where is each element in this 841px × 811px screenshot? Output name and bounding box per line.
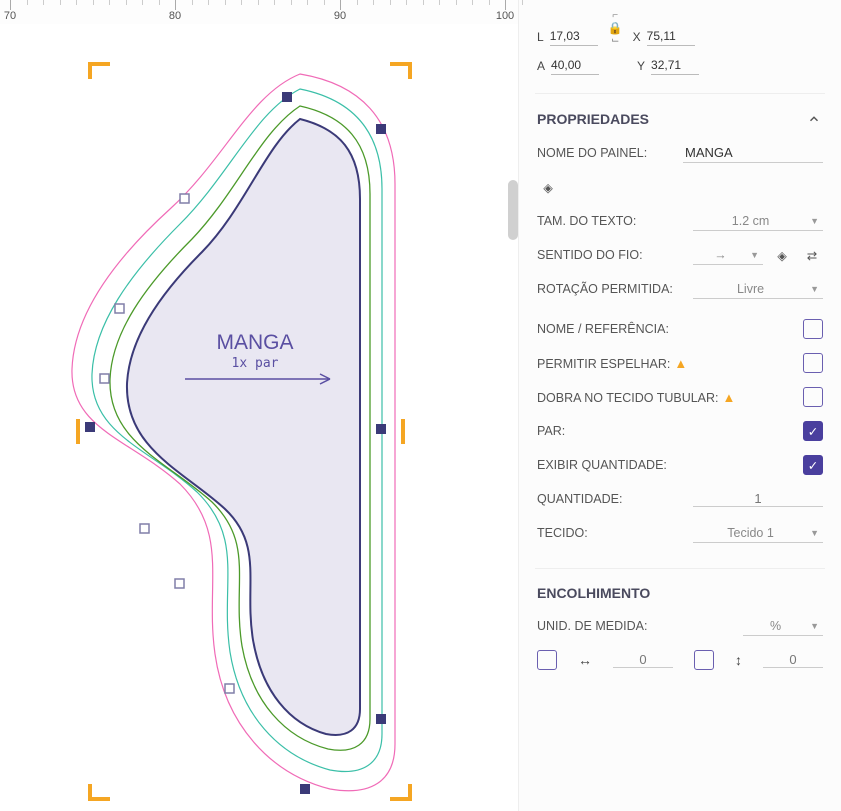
fabric-label: TECIDO: — [537, 526, 685, 540]
y-input[interactable] — [651, 56, 699, 75]
name-ref-label: NOME / REFERÊNCIA: — [537, 322, 795, 336]
ruler: 70 80 90 100 — [0, 0, 518, 24]
shrink-h-input[interactable] — [613, 652, 673, 668]
panel-subtitle: 1x par — [232, 356, 279, 371]
mirror-checkbox[interactable] — [803, 353, 823, 373]
panel-name-label: NOME DO PAINEL: — [537, 146, 675, 160]
x-input[interactable] — [647, 27, 695, 46]
panel-shape[interactable] — [127, 119, 360, 735]
width-input[interactable] — [550, 27, 598, 46]
rotation-select[interactable]: Livre▼ — [693, 280, 823, 299]
unit-select[interactable]: %▼ — [743, 617, 823, 636]
unit-label: UNID. DE MEDIDA: — [537, 619, 735, 633]
ruler-tick-90: 90 — [334, 10, 346, 22]
pair-label: PAR: — [537, 424, 795, 438]
fabric-select[interactable]: Tecido 1▼ — [693, 524, 823, 543]
show-qty-label: EXIBIR QUANTIDADE: — [537, 458, 795, 472]
properties-title: PROPRIEDADES — [537, 111, 649, 127]
tubular-label: DOBRA NO TECIDO TUBULAR:▲ — [537, 390, 795, 405]
x-label: X — [633, 30, 641, 44]
properties-section: PROPRIEDADES NOME DO PAINEL: ◈ TAM. DO T… — [535, 93, 825, 560]
dimensions-row: L ⌐ 🔒 ⌙ X — [535, 6, 825, 56]
shrink-h-checkbox[interactable] — [537, 650, 557, 670]
width-label: L — [537, 30, 544, 44]
mirror-label: PERMITIR ESPELHAR:▲ — [537, 356, 795, 371]
y-label: Y — [637, 59, 645, 73]
target-icon[interactable]: ◈ — [537, 176, 559, 198]
lock-icon[interactable]: 🔒 — [608, 21, 623, 35]
shrink-v-checkbox[interactable] — [694, 650, 714, 670]
panel-name-input[interactable] — [683, 143, 823, 163]
text-size-select[interactable]: 1.2 cm▼ — [693, 212, 823, 231]
shrink-v-input[interactable] — [763, 652, 823, 668]
scrollbar[interactable] — [508, 180, 518, 240]
vertical-arrow-icon: ↕ — [735, 652, 742, 668]
warning-icon: ▲ — [723, 390, 736, 405]
pair-checkbox[interactable]: ✓ — [803, 421, 823, 441]
shrinkage-title: ENCOLHIMENTO — [537, 585, 650, 601]
rotation-label: ROTAÇÃO PERMITIDA: — [537, 281, 685, 297]
link-top-icon: ⌐ — [612, 10, 618, 21]
height-input[interactable] — [551, 56, 599, 75]
grain-select[interactable]: →▼ — [693, 246, 763, 265]
grain-label: SENTIDO DO FIO: — [537, 248, 685, 262]
panel-title: MANGA — [216, 331, 293, 354]
ruler-tick-80: 80 — [169, 10, 181, 22]
grain-target-icon[interactable]: ◈ — [771, 244, 793, 266]
properties-panel: L ⌐ 🔒 ⌙ X A Y PROPRIEDADES — [518, 0, 841, 811]
horizontal-arrow-icon: ↔ — [578, 652, 592, 668]
shrinkage-header[interactable]: ENCOLHIMENTO — [537, 585, 823, 609]
link-bottom-icon: ⌙ — [611, 35, 619, 46]
shrinkage-section: ENCOLHIMENTO UNID. DE MEDIDA: %▼ ↔ ↕ — [535, 568, 825, 687]
swap-icon[interactable]: ⇄ — [801, 244, 823, 266]
pattern-canvas[interactable]: MANGA 1x par — [0, 24, 518, 811]
tubular-checkbox[interactable] — [803, 387, 823, 407]
warning-icon: ▲ — [674, 356, 687, 371]
ruler-tick-70: 70 — [4, 10, 16, 22]
dimensions-row-2: A Y — [535, 56, 825, 85]
chevron-up-icon — [805, 110, 823, 128]
properties-header[interactable]: PROPRIEDADES — [537, 110, 823, 136]
show-qty-checkbox[interactable]: ✓ — [803, 455, 823, 475]
name-ref-checkbox[interactable] — [803, 319, 823, 339]
text-size-label: TAM. DO TEXTO: — [537, 214, 685, 228]
ruler-tick-100: 100 — [496, 10, 514, 22]
height-label: A — [537, 59, 545, 73]
canvas-area[interactable]: 70 80 90 100 — [0, 0, 518, 811]
qty-label: QUANTIDADE: — [537, 492, 685, 506]
qty-input[interactable] — [693, 491, 823, 507]
